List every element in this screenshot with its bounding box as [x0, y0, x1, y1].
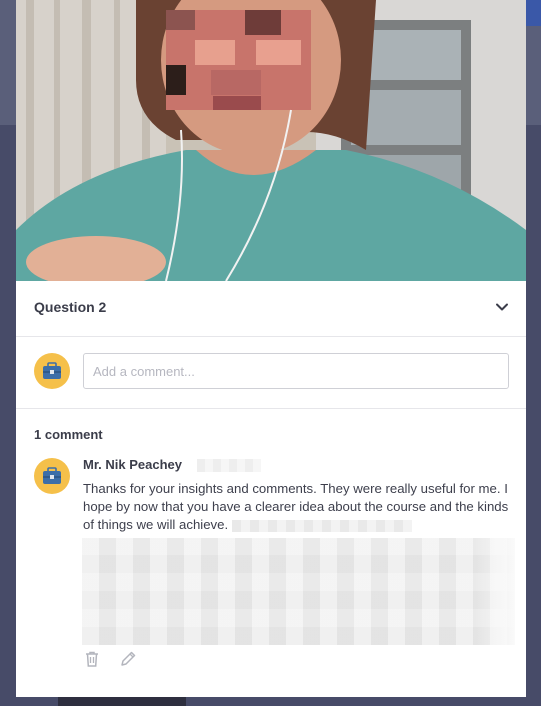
video-player[interactable]	[16, 0, 526, 281]
comment-modal: Question 2 1 comment Mr. Nik Peach	[16, 0, 526, 697]
avatar	[34, 458, 70, 494]
chevron-down-icon[interactable]	[494, 299, 510, 315]
briefcase-icon	[43, 467, 61, 484]
comment-actions	[83, 650, 151, 670]
background-accent	[525, 0, 541, 26]
background-thumbnail	[58, 696, 186, 706]
comment-author[interactable]: Mr. Nik Peachey	[83, 457, 182, 472]
question-header[interactable]: Question 2	[16, 281, 526, 337]
comment-count: 1 comment	[34, 427, 103, 442]
video-frame	[16, 0, 526, 281]
avatar	[34, 353, 70, 389]
comment-input[interactable]	[83, 353, 509, 389]
question-title: Question 2	[34, 299, 107, 315]
redacted-text-block	[82, 538, 515, 645]
pencil-icon[interactable]	[119, 650, 137, 668]
comment-text: Thanks for your insights and comments. T…	[83, 480, 513, 534]
comment-composer	[16, 337, 526, 409]
redacted-text	[231, 519, 412, 532]
comment-timestamp-redacted	[197, 459, 261, 472]
trash-icon[interactable]	[83, 650, 101, 668]
comments-section: 1 comment Mr. Nik Peachey Thanks for you…	[16, 409, 526, 697]
briefcase-icon	[43, 362, 61, 379]
